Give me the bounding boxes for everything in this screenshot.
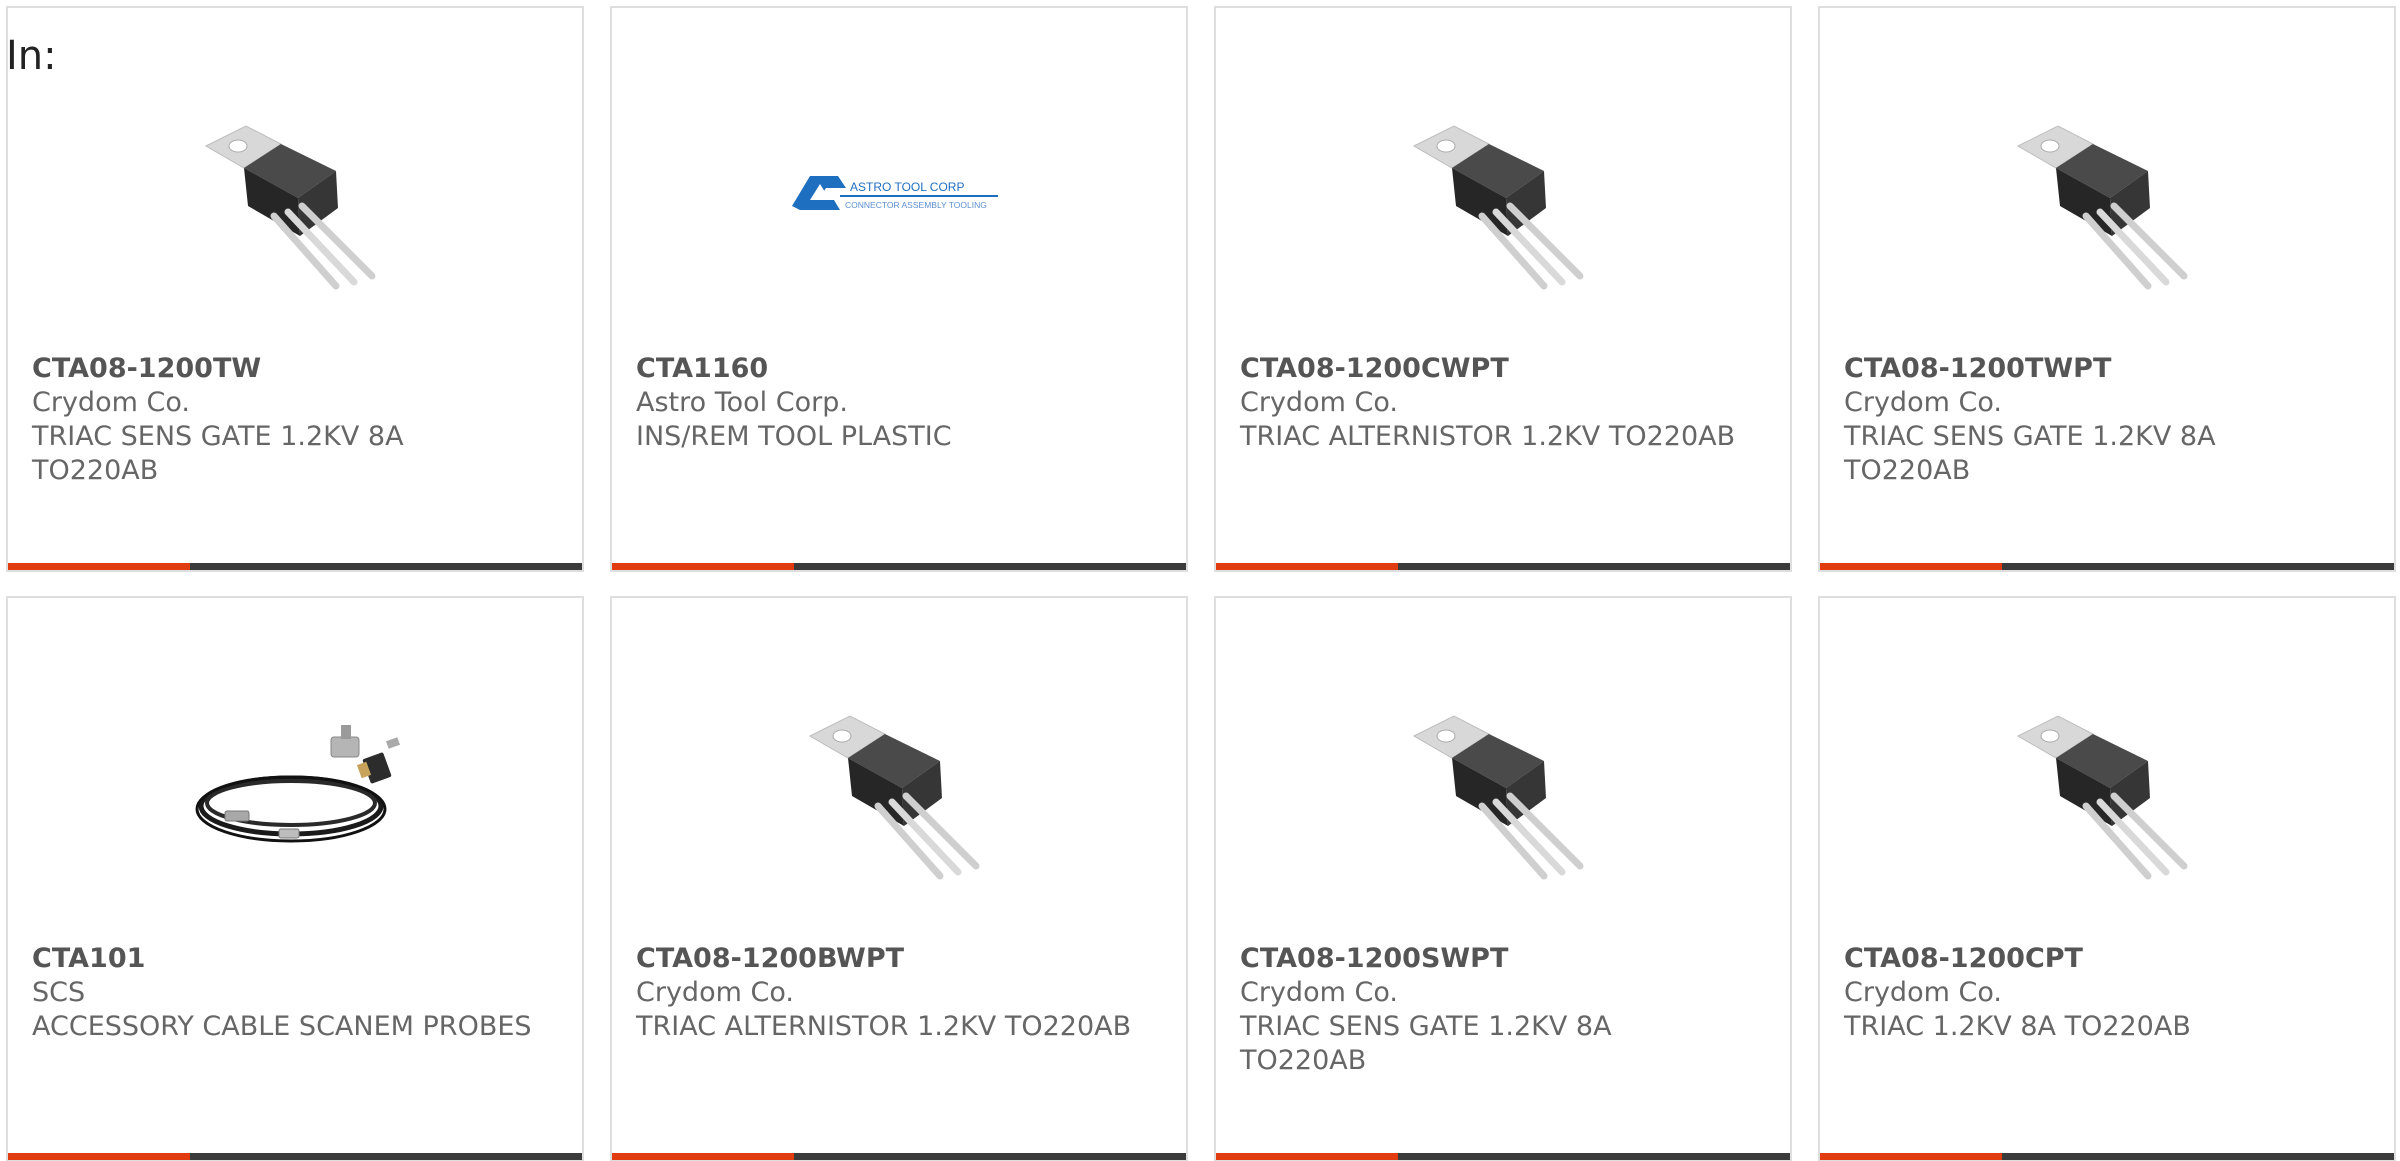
product-info: CTA08-1200TW Crydom Co. TRIAC SENS GATE … xyxy=(32,352,532,488)
product-info: CTA101 SCS ACCESSORY CABLE SCANEM PROBES xyxy=(32,942,532,1044)
product-image[interactable] xyxy=(1376,658,1632,914)
card-accent-bar xyxy=(8,563,190,570)
product-card[interactable]: ASTRO TOOL CORP CONNECTOR ASSEMBLY TOOLI… xyxy=(610,6,1188,572)
part-number[interactable]: CTA08-1200TW xyxy=(32,352,532,386)
product-card[interactable]: CTA08-1200TWPT Crydom Co. TRIAC SENS GAT… xyxy=(1818,6,2396,572)
logo-subtitle: CONNECTOR ASSEMBLY TOOLING xyxy=(845,200,987,210)
product-image[interactable] xyxy=(772,658,1028,914)
product-card[interactable]: CTA08-1200CPT Crydom Co. TRIAC 1.2KV 8A … xyxy=(1818,596,2396,1161)
card-accent-bar xyxy=(8,1153,190,1160)
part-number[interactable]: CTA08-1200BWPT xyxy=(636,942,1136,976)
manufacturer: Crydom Co. xyxy=(1844,387,2002,418)
to220-transistor-icon xyxy=(1412,125,1584,290)
manufacturer: Astro Tool Corp. xyxy=(636,387,848,418)
part-number[interactable]: CTA08-1200SWPT xyxy=(1240,942,1740,976)
to220-transistor-icon xyxy=(204,125,376,290)
description: ACCESSORY CABLE SCANEM PROBES xyxy=(32,1011,532,1042)
card-footer-bar xyxy=(1820,1153,2394,1160)
coax-cable-icon xyxy=(195,725,401,843)
description: TRIAC 1.2KV 8A TO220AB xyxy=(1844,1011,2191,1042)
product-info: CTA08-1200SWPT Crydom Co. TRIAC SENS GAT… xyxy=(1240,942,1740,1078)
card-accent-bar xyxy=(612,1153,794,1160)
to220-transistor-icon xyxy=(1412,715,1584,880)
to220-transistor-icon xyxy=(2016,125,2188,290)
product-card[interactable]: CTA08-1200BWPT Crydom Co. TRIAC ALTERNIS… xyxy=(610,596,1188,1161)
product-card[interactable]: CTA101 SCS ACCESSORY CABLE SCANEM PROBES xyxy=(6,596,584,1161)
astro-tool-logo: ASTRO TOOL CORP CONNECTOR ASSEMBLY TOOLI… xyxy=(792,176,998,210)
part-number[interactable]: CTA08-1200CPT xyxy=(1844,942,2344,976)
card-accent-bar xyxy=(612,563,794,570)
card-footer-bar xyxy=(612,563,1186,570)
description: TRIAC SENS GATE 1.2KV 8A TO220AB xyxy=(1844,421,2216,486)
product-info: CTA08-1200BWPT Crydom Co. TRIAC ALTERNIS… xyxy=(636,942,1136,1044)
description: INS/REM TOOL PLASTIC xyxy=(636,421,952,452)
manufacturer: Crydom Co. xyxy=(1240,977,1398,1008)
product-image[interactable] xyxy=(1980,68,2236,324)
card-accent-bar xyxy=(1216,563,1398,570)
manufacturer: Crydom Co. xyxy=(32,387,190,418)
card-footer-bar xyxy=(1216,563,1790,570)
description: TRIAC ALTERNISTOR 1.2KV TO220AB xyxy=(1240,421,1736,452)
manufacturer: SCS xyxy=(32,977,86,1008)
manufacturer: Crydom Co. xyxy=(1240,387,1398,418)
part-number[interactable]: CTA1160 xyxy=(636,352,1136,386)
product-info: CTA08-1200CPT Crydom Co. TRIAC 1.2KV 8A … xyxy=(1844,942,2344,1044)
manufacturer: Crydom Co. xyxy=(1844,977,2002,1008)
card-footer-bar xyxy=(8,1153,582,1160)
product-card[interactable]: CTA08-1200CWPT Crydom Co. TRIAC ALTERNIS… xyxy=(1214,6,1792,572)
product-info: CTA08-1200CWPT Crydom Co. TRIAC ALTERNIS… xyxy=(1240,352,1740,454)
filter-in-label: In: xyxy=(6,33,57,79)
description: TRIAC SENS GATE 1.2KV 8A TO220AB xyxy=(1240,1011,1612,1076)
product-grid: CTA08-1200TW Crydom Co. TRIAC SENS GATE … xyxy=(0,0,2400,1161)
product-image[interactable] xyxy=(168,658,424,914)
card-accent-bar xyxy=(1820,1153,2002,1160)
part-number[interactable]: CTA101 xyxy=(32,942,532,976)
product-card[interactable]: CTA08-1200TW Crydom Co. TRIAC SENS GATE … xyxy=(6,6,584,572)
manufacturer: Crydom Co. xyxy=(636,977,794,1008)
description: TRIAC ALTERNISTOR 1.2KV TO220AB xyxy=(636,1011,1132,1042)
logo-title: ASTRO TOOL CORP xyxy=(850,180,964,194)
part-number[interactable]: CTA08-1200CWPT xyxy=(1240,352,1740,386)
card-accent-bar xyxy=(1216,1153,1398,1160)
card-footer-bar xyxy=(8,563,582,570)
description: TRIAC SENS GATE 1.2KV 8A TO220AB xyxy=(32,421,404,486)
card-footer-bar xyxy=(1216,1153,1790,1160)
product-image[interactable] xyxy=(168,68,424,324)
card-footer-bar xyxy=(612,1153,1186,1160)
card-footer-bar xyxy=(1820,563,2394,570)
to220-transistor-icon xyxy=(808,715,980,880)
product-info: CTA08-1200TWPT Crydom Co. TRIAC SENS GAT… xyxy=(1844,352,2344,488)
product-image[interactable]: ASTRO TOOL CORP CONNECTOR ASSEMBLY TOOLI… xyxy=(772,68,1028,324)
product-info: CTA1160 Astro Tool Corp. INS/REM TOOL PL… xyxy=(636,352,1136,454)
card-accent-bar xyxy=(1820,563,2002,570)
product-image[interactable] xyxy=(1376,68,1632,324)
product-image[interactable] xyxy=(1980,658,2236,914)
product-card[interactable]: CTA08-1200SWPT Crydom Co. TRIAC SENS GAT… xyxy=(1214,596,1792,1161)
part-number[interactable]: CTA08-1200TWPT xyxy=(1844,352,2344,386)
to220-transistor-icon xyxy=(2016,715,2188,880)
